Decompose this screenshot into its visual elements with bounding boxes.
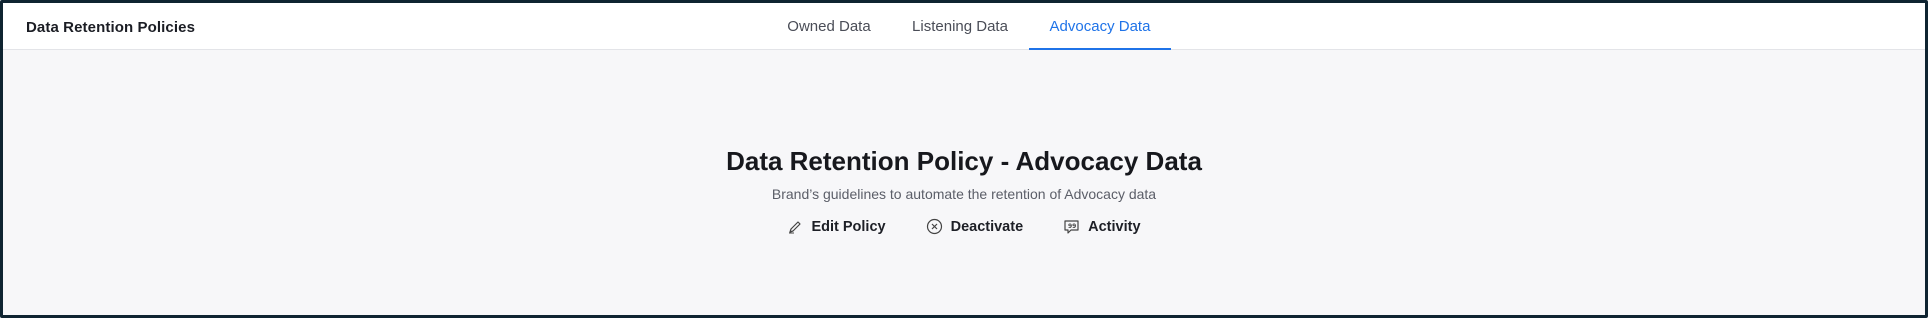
chat-bubble-icon: 99 xyxy=(1063,218,1080,235)
pencil-icon xyxy=(787,219,803,235)
tab-bar: Owned Data Listening Data Advocacy Data xyxy=(3,3,1925,50)
app-window: Data Retention Policies Owned Data Liste… xyxy=(0,0,1928,318)
top-bar: Data Retention Policies Owned Data Liste… xyxy=(3,3,1925,50)
policy-title: Data Retention Policy - Advocacy Data xyxy=(726,146,1202,176)
activity-button[interactable]: 99 Activity xyxy=(1063,218,1141,235)
edit-policy-label: Edit Policy xyxy=(811,218,886,235)
deactivate-button[interactable]: Deactivate xyxy=(926,218,1024,235)
edit-policy-button[interactable]: Edit Policy xyxy=(787,218,886,235)
svg-text:99: 99 xyxy=(1068,223,1076,230)
tab-owned-data[interactable]: Owned Data xyxy=(769,3,889,49)
deactivate-label: Deactivate xyxy=(950,218,1024,235)
tab-advocacy-data[interactable]: Advocacy Data xyxy=(1029,3,1171,50)
tab-listening-data[interactable]: Listening Data xyxy=(897,3,1023,49)
policy-panel: Data Retention Policy - Advocacy Data Br… xyxy=(3,49,1925,315)
activity-label: Activity xyxy=(1088,218,1141,235)
policy-actions: Edit Policy Deactivate 99 Activity xyxy=(3,218,1925,235)
policy-subtitle: Brand’s guidelines to automate the reten… xyxy=(771,186,1157,202)
close-circle-icon xyxy=(926,218,943,235)
